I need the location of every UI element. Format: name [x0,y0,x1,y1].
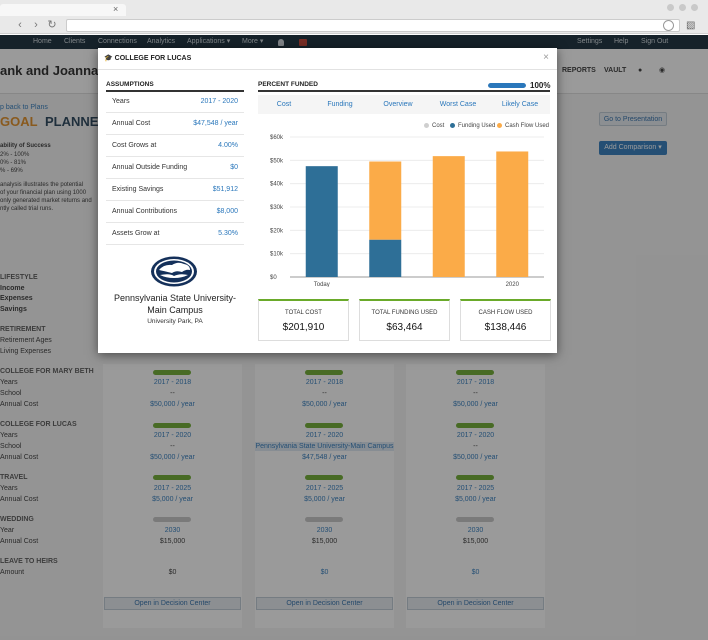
y-tick-label: $20k [270,228,284,234]
back-icon[interactable]: ‹ [14,19,26,31]
browser-tab[interactable] [0,4,126,16]
assumption-label: Annual Cost [112,120,151,127]
legend-label: Cost [432,123,445,130]
browser-chrome: × ‹ › ↻ ▧ [0,0,708,34]
assumption-row: Annual Cost $47,548 / year [106,113,244,135]
bar-segment-funding-used [369,239,402,277]
extension-icon[interactable]: ▧ [686,20,698,32]
assumption-label: Existing Savings [112,186,164,193]
close-tab-icon[interactable]: × [113,5,118,14]
summary-card-cash-flow: CASH FLOW USED $138,446 [460,299,551,341]
assumption-value[interactable]: $0 [230,164,238,171]
college-goal-modal: 🎓 COLLEGE FOR LUCAS × ASSUMPTIONS Years 2… [98,48,557,353]
bar-segment-cash-flow-used [432,156,465,277]
assumption-row: Years 2017 - 2020 [106,91,244,113]
tab-cost[interactable]: Cost [258,95,310,114]
summary-label: TOTAL FUNDING USED [371,310,438,316]
summary-value: $138,446 [484,322,527,333]
percent-funded-fill [488,83,526,88]
legend-swatch [450,123,455,128]
chart-tabs: Cost Funding Overview Worst Case Likely … [258,95,550,114]
assumption-label: Assets Grow at [112,230,160,237]
graduation-cap-icon: 🎓 [104,55,113,62]
assumption-label: Years [112,98,130,105]
summary-card-total-cost: TOTAL COST $201,910 [258,299,349,341]
summary-card-total-funding: TOTAL FUNDING USED $63,464 [359,299,450,341]
modal-title-text: COLLEGE FOR LUCAS [114,55,192,62]
assumption-row: Annual Outside Funding $0 [106,157,244,179]
legend-label: Funding Used [458,123,496,130]
assumption-row: Assets Grow at 5.30% [106,223,244,245]
close-icon[interactable]: × [543,53,549,63]
y-tick-label: $30k [270,205,284,211]
assumption-row: Existing Savings $51,912 [106,179,244,201]
y-tick-label: $60k [270,135,284,141]
tab-funding[interactable]: Funding [310,95,370,114]
assumption-value[interactable]: $51,912 [213,186,238,193]
legend-swatch [497,123,502,128]
y-tick-label: $10k [270,252,284,258]
legend-item-cash-flow-used: Cash Flow Used [497,123,549,130]
bar-segment-cash-flow-used [369,161,402,240]
assumption-label: Annual Outside Funding [112,164,188,171]
legend-swatch [424,123,429,128]
reload-icon[interactable]: ↻ [46,19,58,31]
percent-funded-divider [258,90,550,92]
assumption-value[interactable]: 2017 - 2020 [201,98,238,105]
window-dot-icon[interactable] [667,4,674,11]
window-controls [667,4,698,11]
penn-state-logo-icon [151,256,197,287]
school-name: Pennsylvania State University-Main Campu… [113,293,237,315]
tab-overview[interactable]: Overview [370,95,426,114]
legend-item-cost: Cost [424,123,444,130]
assumption-value[interactable]: 5.30% [218,230,238,237]
assumption-label: Annual Contributions [112,208,177,215]
x-tick-label: Today [314,282,330,287]
globe-icon [663,20,674,31]
modal-header: 🎓 COLLEGE FOR LUCAS × [98,48,557,70]
summary-value: $63,464 [386,322,423,333]
assumption-row: Cost Grows at 4.00% [106,135,244,157]
bar-segment-funding-used [305,166,338,277]
summary-label: TOTAL COST [285,310,322,316]
tab-likely-case[interactable]: Likely Case [490,95,550,114]
school-location: University Park, PA [147,318,203,325]
summary-label: CASH FLOW USED [478,310,533,316]
assumption-value[interactable]: $8,000 [217,208,238,215]
tab-worst-case[interactable]: Worst Case [426,95,490,114]
assumption-row: Annual Contributions $8,000 [106,201,244,223]
window-dot-icon[interactable] [679,4,686,11]
percent-funded-bar [488,83,526,88]
assumptions-title: ASSUMPTIONS [106,81,154,88]
legend-label: Cash Flow Used [505,123,550,130]
assumption-label: Cost Grows at [112,142,157,149]
summary-value: $201,910 [282,322,325,333]
legend-item-funding-used: Funding Used [450,123,495,130]
funding-chart: $0 $10k $20k $30k $40k $50k $60k Today 2020 [270,135,544,287]
percent-funded-value: 100% [530,81,551,90]
address-bar[interactable] [66,19,680,32]
forward-icon[interactable]: › [30,19,42,31]
assumption-value[interactable]: $47,548 / year [193,120,238,127]
modal-title: 🎓 COLLEGE FOR LUCAS [104,55,191,63]
percent-funded-title: PERCENT FUNDED [258,81,318,88]
y-tick-label: $0 [270,275,277,281]
y-tick-label: $40k [270,182,284,188]
assumption-value[interactable]: 4.00% [218,142,238,149]
y-tick-label: $50k [270,158,284,164]
window-dot-icon[interactable] [691,4,698,11]
x-tick-label: 2020 [506,282,520,287]
bar-segment-cash-flow-used [496,151,529,277]
